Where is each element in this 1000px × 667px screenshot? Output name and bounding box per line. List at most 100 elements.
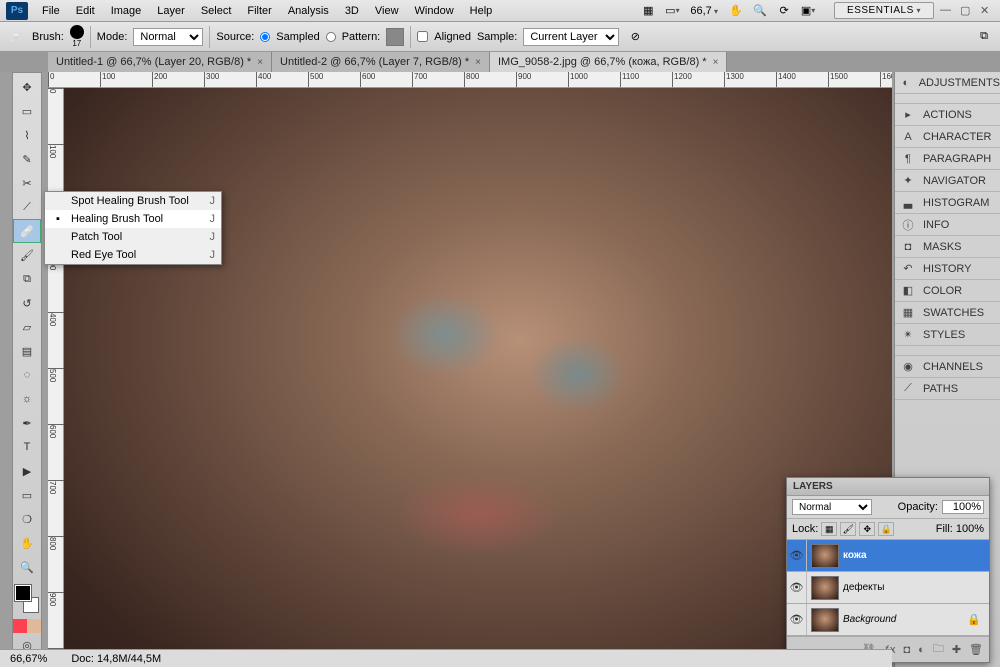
shape-tool[interactable]: ▭	[13, 483, 41, 507]
menu-window[interactable]: Window	[407, 2, 462, 20]
blur-tool[interactable]: ◌	[13, 363, 41, 387]
mode-select[interactable]: Normal	[133, 28, 203, 46]
layer-thumbnail[interactable]	[811, 608, 839, 632]
marquee-tool[interactable]: ▭	[13, 99, 41, 123]
quick-select-tool[interactable]: ✎	[13, 147, 41, 171]
pattern-radio[interactable]	[326, 32, 336, 42]
lock-position-icon[interactable]: ✥	[859, 522, 875, 536]
close-tab-icon[interactable]: ×	[475, 57, 481, 68]
panel-paths[interactable]: ⟋PATHS	[895, 378, 1000, 400]
panel-actions[interactable]: ▸ACTIONS	[895, 104, 1000, 126]
layers-tab[interactable]: LAYERS	[787, 478, 989, 496]
pattern-swatch[interactable]	[386, 28, 404, 46]
brush-tool[interactable]: 🖌	[13, 243, 41, 267]
layer-row[interactable]: 👁дефекты	[787, 572, 989, 604]
layer-name[interactable]: дефекты	[843, 582, 884, 593]
tool-preset-icon[interactable]: 🩹	[6, 28, 26, 46]
layer-name[interactable]: кожа	[843, 550, 867, 561]
delete-layer-icon[interactable]: 🗑	[969, 643, 983, 656]
zoom-level[interactable]: 66,7	[686, 5, 722, 17]
panel-character[interactable]: ACHARACTER	[895, 126, 1000, 148]
launch-bridge-icon[interactable]: ▦	[638, 2, 658, 20]
zoom-icon[interactable]: 🔍	[750, 2, 770, 20]
panel-channels[interactable]: ◉CHANNELS	[895, 356, 1000, 378]
menu-help[interactable]: Help	[462, 2, 501, 20]
move-tool[interactable]: ✥	[13, 75, 41, 99]
zoom-tool[interactable]: 🔍	[13, 555, 41, 579]
ruler-vertical[interactable]: 01002003004005006007008009001000	[48, 88, 64, 649]
panel-paragraph[interactable]: ¶PARAGRAPH	[895, 148, 1000, 170]
layer-row[interactable]: 👁Background🔒	[787, 604, 989, 636]
pen-tool[interactable]: ✒	[13, 411, 41, 435]
path-select-tool[interactable]: ▶	[13, 459, 41, 483]
layer-row[interactable]: 👁 кожа	[787, 540, 989, 572]
menu-image[interactable]: Image	[103, 2, 150, 20]
clone-stamp-tool[interactable]: ⧉	[13, 267, 41, 291]
arrange-docs-icon[interactable]: ▭	[662, 2, 682, 20]
menu-filter[interactable]: Filter	[239, 2, 279, 20]
ruler-horizontal[interactable]: 0100200300400500600700800900100011001200…	[48, 72, 892, 88]
workspace-switcher[interactable]: ESSENTIALS	[834, 2, 934, 19]
hand-icon[interactable]: ✋	[726, 2, 746, 20]
dodge-tool[interactable]: ☼	[13, 387, 41, 411]
clone-source-icon[interactable]: ⧉	[974, 28, 994, 46]
layer-thumbnail[interactable]	[811, 544, 839, 568]
visibility-toggle[interactable]: 👁	[787, 604, 807, 635]
menu-edit[interactable]: Edit	[68, 2, 103, 20]
type-tool[interactable]: T	[13, 435, 41, 459]
menu-analysis[interactable]: Analysis	[280, 2, 337, 20]
crop-tool[interactable]: ✂	[13, 171, 41, 195]
history-brush-tool[interactable]: ↺	[13, 291, 41, 315]
canvas-area[interactable]	[64, 88, 892, 649]
new-layer-icon[interactable]: ✚	[952, 643, 961, 656]
document-tab[interactable]: IMG_9058-2.jpg @ 66,7% (кожа, RGB/8) *×	[490, 52, 727, 72]
close-tab-icon[interactable]: ×	[257, 57, 263, 68]
panel-histogram[interactable]: ▃HISTOGRAM	[895, 192, 1000, 214]
document-canvas[interactable]	[64, 88, 892, 649]
menu-3d[interactable]: 3D	[337, 2, 367, 20]
brush-preview[interactable]	[70, 25, 84, 39]
screen-mode-icon[interactable]: ▣	[798, 2, 818, 20]
lock-all-icon[interactable]: 🔒	[878, 522, 894, 536]
close-button[interactable]: ✕	[980, 4, 994, 18]
layer-group-icon[interactable]: 🗀	[933, 640, 944, 659]
lasso-tool[interactable]: ⌇	[13, 123, 41, 147]
flyout-item[interactable]: ▪Healing Brush ToolJ	[45, 210, 221, 228]
panel-masks[interactable]: ◘MASKS	[895, 236, 1000, 258]
panel-history[interactable]: ↶HISTORY	[895, 258, 1000, 280]
flyout-item[interactable]: Red Eye ToolJ	[45, 246, 221, 264]
panel-navigator[interactable]: ✦NAVIGATOR	[895, 170, 1000, 192]
ignore-adjustments-icon[interactable]: ⊘	[625, 28, 645, 46]
visibility-toggle[interactable]: 👁	[787, 540, 807, 571]
document-tab[interactable]: Untitled-1 @ 66,7% (Layer 20, RGB/8) *×	[48, 52, 272, 72]
panel-info[interactable]: ⓘINFO	[895, 214, 1000, 236]
hand-tool[interactable]: ✋	[13, 531, 41, 555]
menu-layer[interactable]: Layer	[149, 2, 193, 20]
layer-thumbnail[interactable]	[811, 576, 839, 600]
panel-swatches[interactable]: ▦SWATCHES	[895, 302, 1000, 324]
status-zoom[interactable]: 66,67%	[10, 653, 47, 665]
menu-select[interactable]: Select	[193, 2, 240, 20]
eraser-tool[interactable]: ▱	[13, 315, 41, 339]
aligned-checkbox[interactable]	[417, 31, 428, 42]
foreground-color[interactable]	[15, 585, 31, 601]
sampled-radio[interactable]	[260, 32, 270, 42]
flyout-item[interactable]: Patch ToolJ	[45, 228, 221, 246]
restore-button[interactable]: ▢	[960, 4, 974, 18]
layer-mask-icon[interactable]: ◘	[904, 644, 911, 656]
panel-color[interactable]: ◧COLOR	[895, 280, 1000, 302]
flyout-item[interactable]: Spot Healing Brush ToolJ	[45, 192, 221, 210]
close-tab-icon[interactable]: ×	[713, 57, 719, 68]
panel-styles[interactable]: ✴STYLES	[895, 324, 1000, 346]
gradient-tool[interactable]: ▤	[13, 339, 41, 363]
menu-view[interactable]: View	[367, 2, 407, 20]
blend-mode-select[interactable]: Normal	[792, 499, 872, 515]
minimize-button[interactable]: —	[940, 4, 954, 18]
fill-input[interactable]: 100%	[956, 523, 984, 535]
rotate-view-icon[interactable]: ⟳	[774, 2, 794, 20]
color-swatches[interactable]	[13, 583, 41, 615]
menu-file[interactable]: File	[34, 2, 68, 20]
healing-brush-tool[interactable]: 🩹	[13, 219, 41, 243]
eyedropper-tool[interactable]: ⟋	[13, 195, 41, 219]
layer-name[interactable]: Background	[843, 614, 896, 625]
